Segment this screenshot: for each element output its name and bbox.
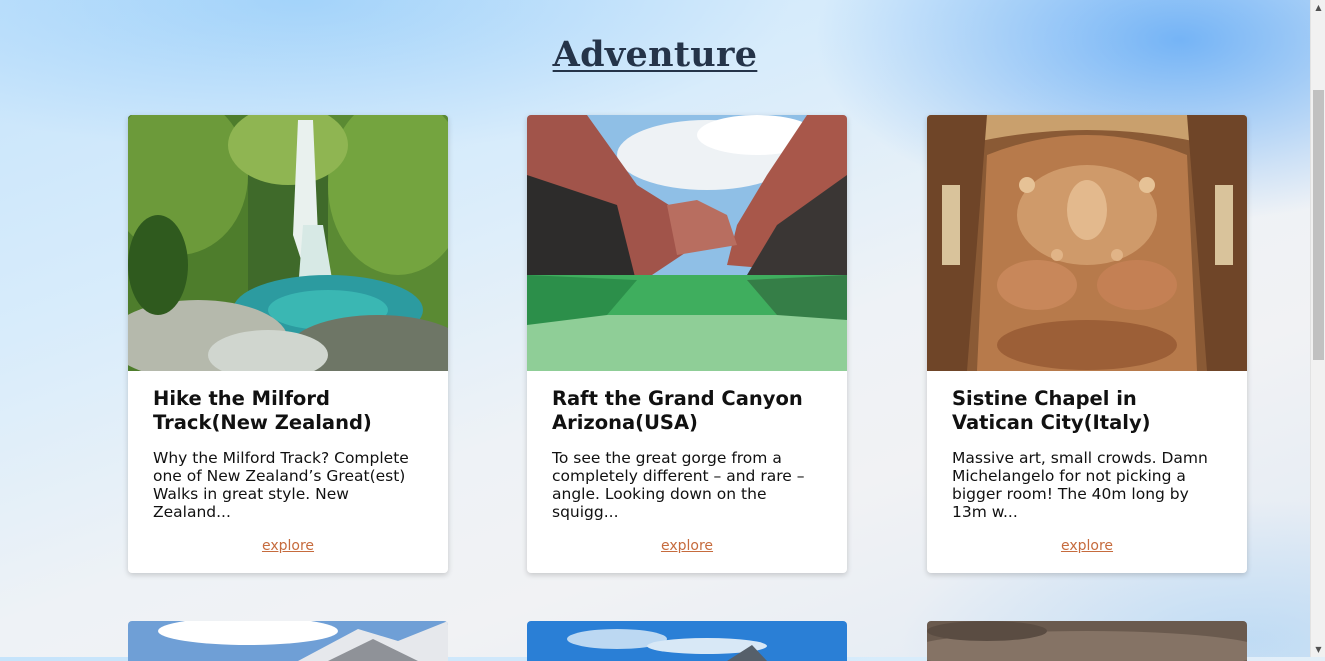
explore-link[interactable]: explore: [527, 538, 847, 554]
vertical-scrollbar[interactable]: ▲ ▼: [1310, 0, 1325, 657]
card-description: Massive art, small crowds. Damn Michelan…: [952, 449, 1208, 521]
card-image-fresco: [927, 115, 1247, 371]
card-description: Why the Milford Track? Complete one of N…: [153, 449, 409, 521]
card-image-canyon-river: [527, 115, 847, 371]
page-title: Adventure: [552, 34, 758, 75]
card-title: Hike the Milford Track(New Zealand): [153, 387, 372, 434]
explore-link[interactable]: explore: [128, 538, 448, 554]
card-milford-track: Hike the Milford Track(New Zealand) Why …: [128, 115, 448, 573]
card-title: Raft the Grand Canyon Arizona(USA): [552, 387, 803, 434]
card-image-lake: [527, 621, 847, 661]
card-title: Sistine Chapel in Vatican City(Italy): [952, 387, 1151, 434]
scrollbar-thumb[interactable]: [1313, 90, 1324, 360]
explore-link[interactable]: explore: [927, 538, 1247, 554]
triangle-down-icon[interactable]: ▼: [1311, 642, 1325, 657]
card-grand-canyon: Raft the Grand Canyon Arizona(USA) To se…: [527, 115, 847, 573]
card-image-mountains: [128, 621, 448, 661]
card-sistine-chapel: Sistine Chapel in Vatican City(Italy) Ma…: [927, 115, 1247, 573]
card-image-waterfall: [128, 115, 448, 371]
triangle-up-icon[interactable]: ▲: [1311, 0, 1325, 15]
card-description: To see the great gorge from a completely…: [552, 449, 805, 521]
card-image-cave: [927, 621, 1247, 661]
